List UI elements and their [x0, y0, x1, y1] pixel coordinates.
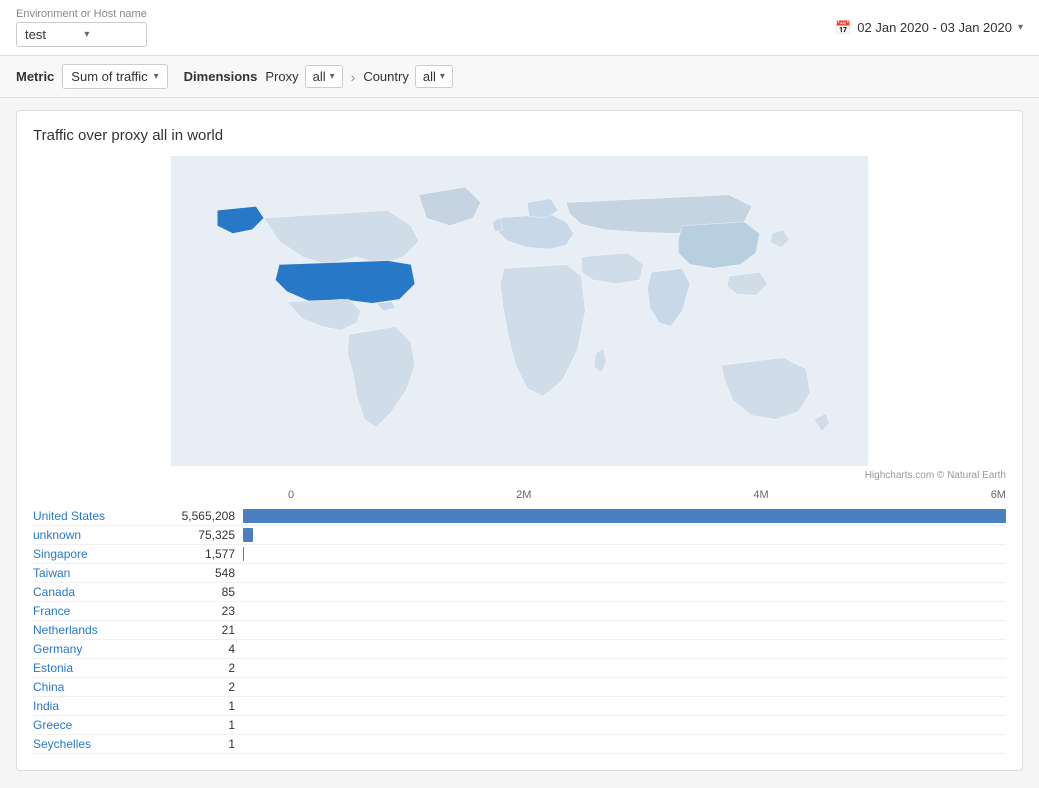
metric-section: Metric Sum of traffic ▾	[16, 64, 168, 89]
country-link[interactable]: Estonia	[33, 661, 163, 675]
axis-label-2m: 2M	[516, 489, 531, 501]
bar-wrapper	[243, 528, 1006, 542]
proxy-dim-item: Proxy all ▾	[265, 65, 342, 88]
count-value: 4	[163, 642, 243, 656]
country-dim-value: all	[423, 69, 436, 84]
table-row: Seychelles1	[33, 735, 1006, 754]
dimension-separator-arrow: ›	[351, 69, 356, 85]
bar-fill	[243, 528, 253, 542]
metric-dropdown-arrow: ▾	[154, 71, 159, 82]
count-value: 1,577	[163, 547, 243, 561]
proxy-dim-value: all	[313, 69, 326, 84]
axis-label-0: 0	[288, 489, 294, 501]
country-link[interactable]: Singapore	[33, 547, 163, 561]
table-row: China2	[33, 678, 1006, 697]
metric-select[interactable]: Sum of traffic ▾	[62, 64, 167, 89]
env-select[interactable]: test ▾	[16, 22, 147, 47]
bar-wrapper	[243, 718, 1006, 732]
bar-wrapper	[243, 604, 1006, 618]
table-row: Greece1	[33, 716, 1006, 735]
country-link[interactable]: India	[33, 699, 163, 713]
calendar-icon: 📅	[835, 20, 851, 36]
count-value: 1	[163, 699, 243, 713]
bar-wrapper	[243, 680, 1006, 694]
country-dim-item: Country all ▾	[363, 65, 453, 88]
toolbar: Metric Sum of traffic ▾ Dimensions Proxy…	[0, 56, 1039, 98]
env-label: Environment or Host name	[16, 8, 147, 20]
highcharts-credit: Highcharts.com © Natural Earth	[33, 470, 1006, 481]
bar-wrapper	[243, 547, 1006, 561]
count-value: 75,325	[163, 528, 243, 542]
country-link[interactable]: France	[33, 604, 163, 618]
date-range-text: 02 Jan 2020 - 03 Jan 2020	[857, 20, 1012, 35]
dimensions-label: Dimensions	[184, 69, 258, 84]
chart-title: Traffic over proxy all in world	[33, 127, 1006, 144]
country-link[interactable]: Greece	[33, 718, 163, 732]
bar-fill	[243, 509, 1006, 523]
count-value: 2	[163, 680, 243, 694]
proxy-dim-select[interactable]: all ▾	[305, 65, 343, 88]
country-link[interactable]: Seychelles	[33, 737, 163, 751]
date-dropdown-arrow: ▾	[1018, 22, 1023, 33]
date-picker[interactable]: 📅 02 Jan 2020 - 03 Jan 2020 ▾	[835, 20, 1023, 36]
axis-labels: 0 2M 4M 6M	[288, 489, 1006, 501]
count-value: 1	[163, 718, 243, 732]
country-link[interactable]: Netherlands	[33, 623, 163, 637]
bar-wrapper	[243, 661, 1006, 675]
env-value: test	[25, 27, 78, 42]
country-dim-select[interactable]: all ▾	[415, 65, 453, 88]
bar-wrapper	[243, 623, 1006, 637]
table-row: Estonia2	[33, 659, 1006, 678]
bar-wrapper	[243, 566, 1006, 580]
bar-wrapper	[243, 585, 1006, 599]
main-content: Traffic over proxy all in world	[0, 98, 1039, 783]
bar-wrapper	[243, 509, 1006, 523]
axis-label-4m: 4M	[753, 489, 768, 501]
table-row: Canada85	[33, 583, 1006, 602]
chart-card: Traffic over proxy all in world	[16, 110, 1023, 771]
count-value: 23	[163, 604, 243, 618]
table-row: United States5,565,208	[33, 507, 1006, 526]
count-value: 2	[163, 661, 243, 675]
table-row: unknown75,325	[33, 526, 1006, 545]
count-value: 21	[163, 623, 243, 637]
count-value: 85	[163, 585, 243, 599]
dimensions-section: Dimensions Proxy all ▾ › Country all ▾	[184, 65, 453, 88]
country-link[interactable]: United States	[33, 509, 163, 523]
top-bar: Environment or Host name test ▾ 📅 02 Jan…	[0, 0, 1039, 56]
table-row: France23	[33, 602, 1006, 621]
country-link[interactable]: China	[33, 680, 163, 694]
country-link[interactable]: unknown	[33, 528, 163, 542]
table-row: Germany4	[33, 640, 1006, 659]
country-link[interactable]: Taiwan	[33, 566, 163, 580]
metric-label: Metric	[16, 69, 54, 84]
proxy-dim-label: Proxy	[265, 69, 298, 84]
bar-chart: United States5,565,208unknown75,325Singa…	[33, 507, 1006, 754]
count-value: 548	[163, 566, 243, 580]
country-link[interactable]: Germany	[33, 642, 163, 656]
table-row: Netherlands21	[33, 621, 1006, 640]
bar-wrapper	[243, 699, 1006, 713]
proxy-dropdown-arrow: ▾	[330, 71, 335, 82]
world-map	[33, 156, 1006, 466]
country-link[interactable]: Canada	[33, 585, 163, 599]
country-dim-label: Country	[363, 69, 409, 84]
env-dropdown-arrow: ▾	[84, 29, 137, 40]
country-dropdown-arrow: ▾	[440, 71, 445, 82]
bar-wrapper	[243, 642, 1006, 656]
table-row: India1	[33, 697, 1006, 716]
axis-label-6m: 6M	[991, 489, 1006, 501]
env-section: Environment or Host name test ▾	[16, 8, 147, 47]
bar-wrapper	[243, 737, 1006, 751]
table-row: Taiwan548	[33, 564, 1006, 583]
count-value: 1	[163, 737, 243, 751]
metric-value: Sum of traffic	[71, 69, 147, 84]
table-row: Singapore1,577	[33, 545, 1006, 564]
count-value: 5,565,208	[163, 509, 243, 523]
